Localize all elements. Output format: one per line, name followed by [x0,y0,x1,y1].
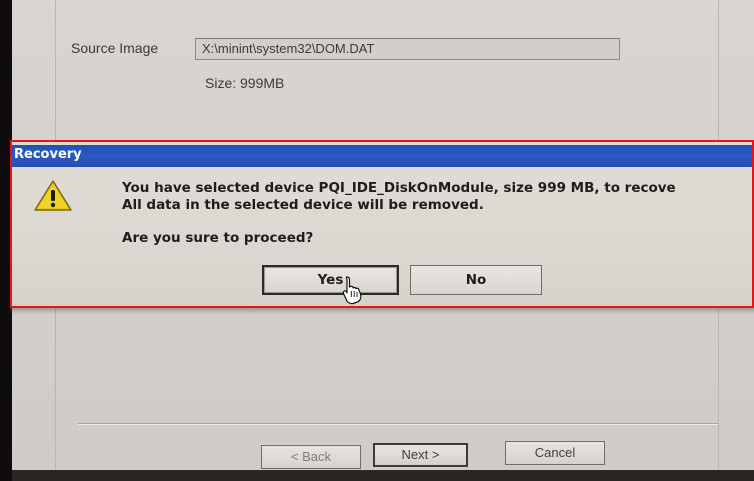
dialog-message-line1: You have selected device PQI_IDE_DiskOnM… [122,180,676,196]
dialog-message-line2: All data in the selected device will be … [122,197,484,213]
dialog-title: Recovery [14,147,82,162]
footer-separator [78,423,718,425]
dialog-shadow [10,308,754,314]
dialog-question: Are you sure to proceed? [122,230,314,246]
screen: Source Image X:\minint\system32\DOM.DAT … [0,0,754,481]
source-image-field[interactable]: X:\minint\system32\DOM.DAT [195,38,620,60]
next-button[interactable]: Next > [373,443,468,467]
yes-button[interactable]: Yes [262,265,399,295]
no-button[interactable]: No [410,265,542,295]
cancel-button[interactable]: Cancel [505,441,605,465]
wizard-footer-edge [12,470,754,481]
source-image-label: Source Image [71,40,159,56]
size-label: Size: 999MB [205,75,285,91]
back-button[interactable]: < Back [261,445,361,469]
warning-icon [34,180,72,211]
dialog-titlebar[interactable]: Recovery [10,145,754,167]
